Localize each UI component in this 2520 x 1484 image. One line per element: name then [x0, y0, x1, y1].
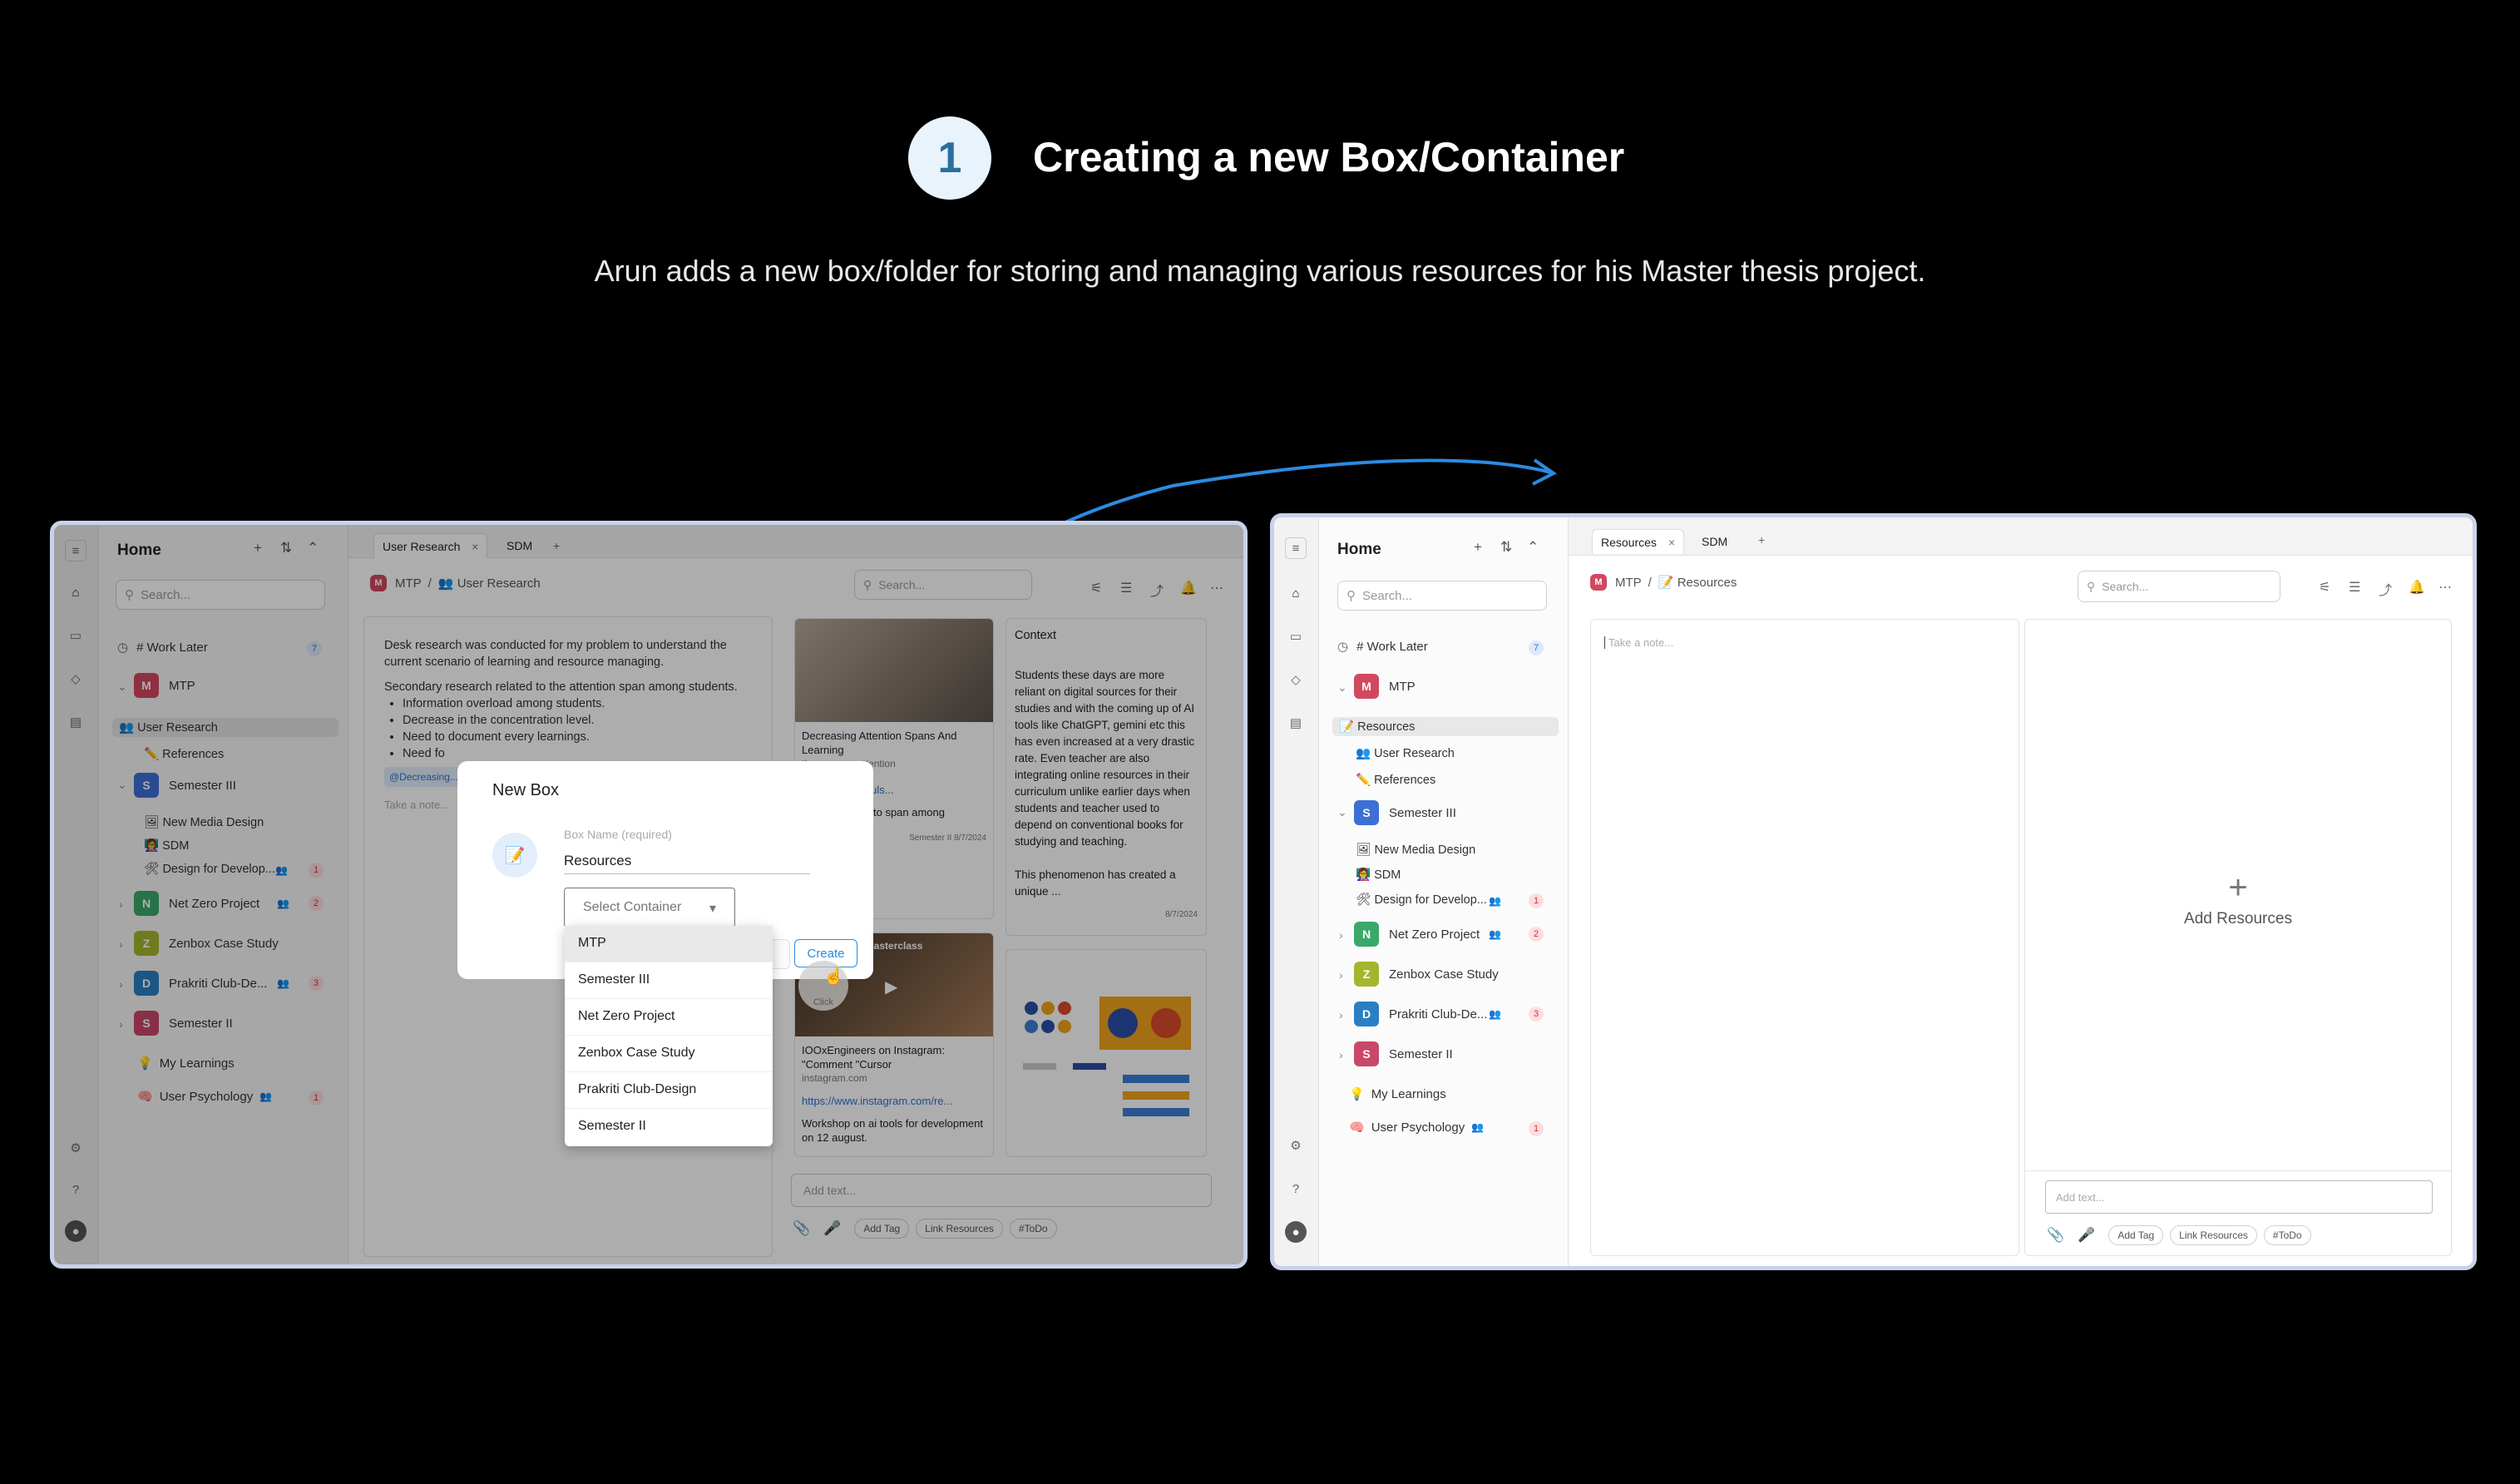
add-icon[interactable]: + [1474, 539, 1482, 556]
sidebar-item-resources[interactable]: 📝 Resources [1332, 717, 1559, 736]
shared-icon: 👥 [1471, 1121, 1485, 1133]
sidebar-item-design-for-develop[interactable]: 🛠 Design for Develop... [1349, 890, 1494, 909]
sidebar-search-input[interactable]: ⚲ Search... [1337, 581, 1547, 611]
step-description: Arun adds a new box/folder for storing a… [594, 254, 1926, 288]
divider [2025, 1170, 2451, 1171]
note-placeholder[interactable]: Take a note... [1604, 636, 1673, 649]
dropdown-option-prakriti[interactable]: Prakriti Club-Design [565, 1072, 773, 1109]
inbox-icon[interactable]: ▭ [1285, 626, 1307, 647]
tab-resources[interactable]: Resources × [1592, 529, 1684, 554]
box-name-input[interactable]: Resources [564, 849, 810, 874]
chevron-right-icon[interactable]: › [1339, 928, 1343, 942]
dropdown-option-semester-iii[interactable]: Semester III [565, 962, 773, 999]
breadcrumb-root[interactable]: MTP [1615, 576, 1642, 590]
sidebar-group-semester-ii[interactable]: S Semester II [1354, 1041, 1453, 1066]
container-select[interactable]: Select Container ▾ [564, 888, 735, 928]
right-screen: ≡ ⌂ ▭ ◇ ▤ ⚙ ? ● Home + ⇅ ⌃ ⚲ Search... ◷… [1270, 513, 2477, 1270]
attach-icon[interactable]: 📎 [2047, 1227, 2064, 1244]
sidebar-item-sdm[interactable]: 👩‍🏫 SDM [1349, 865, 1407, 884]
count-badge: 1 [1529, 1121, 1544, 1136]
bulb-icon: 💡 [1349, 1087, 1365, 1101]
sidebar-item-user-psychology[interactable]: 🧠 User Psychology 👥 [1349, 1120, 1484, 1135]
chevron-down-icon[interactable]: ⌄ [1337, 680, 1347, 695]
composer-toolbar: 📎 🎤 Add Tag Link Resources #ToDo [2047, 1225, 2318, 1245]
work-later-item[interactable]: ◷ # Work Later [1337, 639, 1428, 655]
todo-button[interactable]: #ToDo [2263, 1225, 2311, 1245]
dropdown-option-mtp[interactable]: MTP [565, 926, 773, 962]
more-icon[interactable]: ⋯ [2438, 579, 2452, 596]
sidebar-title: Home [1337, 541, 1381, 558]
avatar[interactable]: ● [1285, 1221, 1307, 1243]
dialog-title: New Box [492, 781, 560, 799]
search-icon: ⚲ [2087, 579, 2096, 593]
archive-icon[interactable]: ▤ [1285, 712, 1307, 734]
sort-icon[interactable]: ⇅ [1500, 539, 1512, 556]
plus-icon: + [2228, 869, 2248, 906]
breadcrumb-current: 📝 Resources [1658, 576, 1737, 590]
link-resources-button[interactable]: Link Resources [2170, 1225, 2257, 1245]
mtp-avatar: M [1590, 574, 1607, 591]
sidebar-group-prakriti[interactable]: D Prakriti Club-De... [1354, 1002, 1487, 1026]
home-icon[interactable]: ⌂ [1285, 582, 1307, 604]
sidebar-item-user-research[interactable]: 👥 User Research [1349, 744, 1461, 763]
box-emoji-icon[interactable]: 📝 [492, 833, 537, 878]
chevron-right-icon[interactable]: › [1339, 1008, 1343, 1021]
chevron-down-icon[interactable]: ⌄ [1337, 805, 1347, 819]
brain-icon: 🧠 [1349, 1120, 1365, 1135]
breadcrumb-separator: / [1648, 575, 1652, 590]
left-screen: ≡ ⌂ ▭ ◇ ▤ ⚙ ? ● Home + ⇅ ⌃ ⚲ Search... ◷… [50, 521, 1248, 1269]
shared-icon: 👥 [1489, 1008, 1501, 1020]
share-icon[interactable]: ⤴ [2379, 579, 2392, 599]
bell-icon[interactable]: 🔔 [2409, 579, 2425, 596]
layout-icon[interactable]: ☰ [2349, 579, 2360, 596]
sidebar-item-my-learnings[interactable]: 💡 My Learnings [1349, 1086, 1446, 1102]
help-icon[interactable]: ? [1285, 1178, 1307, 1200]
icon-rail: ≡ ⌂ ▭ ◇ ▤ ⚙ ? ● [1274, 517, 1319, 1266]
name-field-label: Box Name (required) [564, 828, 672, 841]
sidebar: Home + ⇅ ⌃ ⚲ Search... ◷ # Work Later 7 … [1319, 517, 1569, 1266]
sidebar-group-zenbox[interactable]: Z Zenbox Case Study [1354, 962, 1499, 987]
dropdown-option-net-zero[interactable]: Net Zero Project [565, 999, 773, 1036]
add-resources-button[interactable]: + Add Resources [2025, 869, 2451, 928]
add-tab-icon[interactable]: + [1750, 527, 1773, 552]
sidebar-group-mtp[interactable]: M MTP [1354, 674, 1416, 699]
sidebar-item-new-media-design[interactable]: 🖼 New Media Design [1349, 840, 1482, 859]
work-later-count: 7 [1529, 641, 1544, 655]
mic-icon[interactable]: 🎤 [2078, 1227, 2095, 1244]
count-badge: 2 [1529, 927, 1544, 942]
breadcrumb: M MTP / 📝 Resources [1590, 574, 1737, 591]
close-icon[interactable]: × [1668, 536, 1675, 549]
content-search-input[interactable]: ⚲ Search... [2078, 571, 2280, 602]
search-icon: ⚲ [1346, 589, 1356, 603]
settings-icon[interactable]: ⚙ [1285, 1135, 1307, 1156]
menu-icon[interactable]: ≡ [1285, 537, 1307, 559]
sidebar-group-semester-iii[interactable]: S Semester III [1354, 800, 1456, 825]
chevron-right-icon[interactable]: › [1339, 1048, 1343, 1061]
clock-icon: ◷ [1337, 640, 1349, 654]
step-title: Creating a new Box/Container [1033, 134, 1625, 181]
cursor-hand-icon: ☝ [823, 967, 844, 986]
tag-icon[interactable]: ◇ [1285, 669, 1307, 690]
resources-pane: + Add Resources Add text... 📎 🎤 Add Tag … [2024, 619, 2452, 1256]
click-hint: Click [813, 997, 833, 1007]
tab-bar: Resources × SDM + [1569, 517, 2473, 556]
sidebar-group-net-zero[interactable]: N Net Zero Project [1354, 922, 1480, 947]
shared-icon: 👥 [1489, 928, 1501, 940]
count-badge: 1 [1529, 893, 1544, 908]
filter-icon[interactable]: ⚟ [2319, 579, 2330, 596]
count-badge: 3 [1529, 1007, 1544, 1021]
dropdown-option-semester-ii[interactable]: Semester II [565, 1109, 773, 1145]
note-pane[interactable]: Take a note... [1590, 619, 2019, 1256]
sidebar-item-references[interactable]: ✏️ References [1349, 770, 1442, 789]
shared-icon: 👥 [1489, 895, 1501, 907]
chevron-right-icon[interactable]: › [1339, 968, 1343, 982]
composer-input[interactable]: Add text... [2045, 1180, 2433, 1214]
dropdown-option-zenbox[interactable]: Zenbox Case Study [565, 1036, 773, 1072]
container-dropdown: MTP Semester III Net Zero Project Zenbox… [565, 926, 773, 1146]
add-tag-button[interactable]: Add Tag [2108, 1225, 2164, 1245]
expand-icon[interactable]: ⌃ [1527, 539, 1539, 556]
tab-sdm[interactable]: SDM [1693, 529, 1736, 554]
step-number-badge: 1 [908, 116, 991, 200]
caret-down-icon: ▾ [709, 902, 716, 916]
